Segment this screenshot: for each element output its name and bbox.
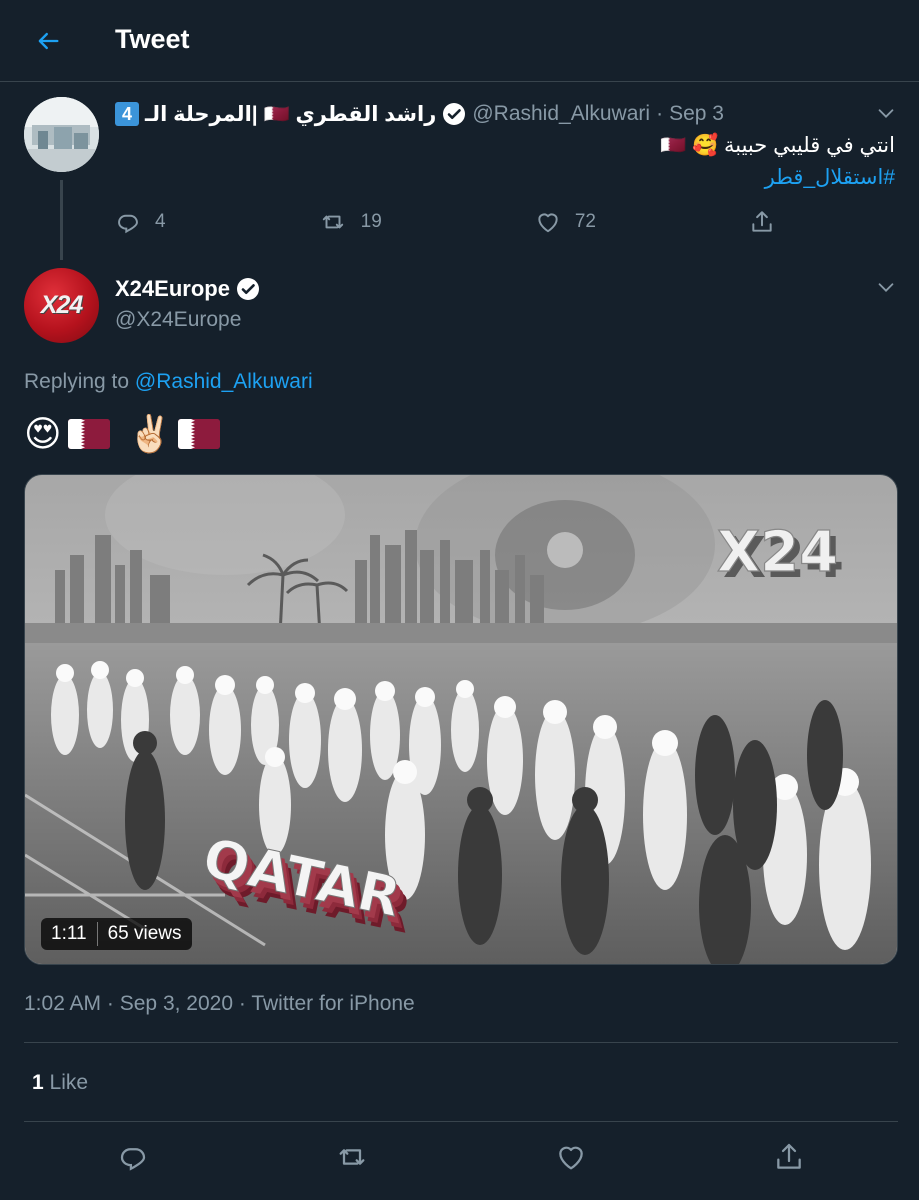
tweet-date[interactable]: Sep 3, 2020 [120,992,233,1015]
likes-label: Like [49,1071,89,1094]
main-author: X24Europe [115,276,260,302]
top-bar: Tweet [0,0,919,82]
video-logo-text: X24 [717,520,838,585]
victory-hand-emoji: ✌🏻 [127,413,173,454]
main-action-bar [24,1141,898,1173]
tweet-source[interactable]: Twitter for iPhone [251,992,414,1015]
dot-separator: · [656,102,664,125]
reply-button[interactable] [117,1141,149,1173]
share-icon [777,1143,801,1169]
parent-handle[interactable]: @Rashid_Alkuwari [472,102,650,126]
retweet-icon [339,1149,365,1165]
back-arrow-icon [38,32,59,50]
dot-separator: · [238,992,246,1015]
back-button[interactable] [24,18,72,64]
reply-icon [118,214,138,234]
parent-action-bar: 4 19 72 [115,209,775,235]
parent-tweet-header: 4 راشد القطري 🇶🇦 |المرحلة الـ @Rashid_Al… [115,98,724,130]
parent-tweet-body: انتي في قليبي حبيبة 🥰 🇶🇦 #استقلال_قطر [135,130,895,194]
tweet-meta: 1:02 AM · Sep 3, 2020 · Twitter for iPho… [24,992,415,1016]
avatar-logo-text: X24 [40,291,83,319]
thread-connector [60,180,63,260]
retweet-count: 19 [360,211,382,232]
video-views: 65 views [107,923,182,944]
hashtag-link[interactable]: #استقلال_قطر [135,162,895,194]
avatar-image [24,97,99,172]
parent-avatar[interactable] [24,97,99,172]
dot-separator: · [106,992,114,1015]
reply-count: 4 [155,211,166,232]
qatar-flag-icon [178,419,221,449]
heart-icon [538,213,558,233]
reply-icon [120,1148,146,1171]
video-info-pill: 1:11 65 views [41,918,192,950]
main-display-name[interactable]: X24Europe [115,276,230,302]
chevron-down-icon[interactable] [875,102,897,124]
number-badge: 4 [115,102,139,126]
video-thumbnail: QATAR QATAR QATAR QATAR X24 X24 [25,475,897,964]
likes-count: 1 [32,1071,44,1094]
like-button[interactable]: 72 [535,209,596,235]
tweet-time[interactable]: 1:02 AM [24,992,101,1015]
verified-badge-icon [442,102,466,126]
replying-prefix: Replying to [24,370,130,393]
heart-icon [559,1146,583,1170]
share-button[interactable] [749,209,775,235]
divider [24,1042,898,1043]
chevron-down-icon[interactable] [875,276,897,298]
video-player[interactable]: QATAR QATAR QATAR QATAR X24 X24 1:11 65 … [24,474,898,965]
parent-date[interactable]: Sep 3 [669,102,724,126]
share-button[interactable] [773,1141,805,1173]
likes-summary[interactable]: 1 Like [32,1071,88,1095]
like-button[interactable] [555,1141,587,1173]
video-duration: 1:11 [51,923,87,944]
qatar-flag-icon [67,419,110,449]
like-count: 72 [574,211,596,232]
heart-eyes-emoji: 😍 [24,413,62,454]
share-icon [752,211,772,232]
reply-button[interactable]: 4 [115,209,166,235]
verified-badge-icon [236,277,260,301]
page-title: Tweet [115,24,190,54]
main-handle[interactable]: @X24Europe [115,308,241,332]
parent-display-name[interactable]: راشد القطري 🇶🇦 |المرحلة الـ [145,102,436,127]
main-avatar[interactable]: X24 [24,268,99,343]
retweet-button[interactable]: 19 [319,209,382,235]
replying-to: Replying to @Rashid_Alkuwari [24,370,313,394]
divider [24,1121,898,1122]
parent-tweet-text: انتي في قليبي حبيبة 🥰 🇶🇦 [660,134,895,157]
retweet-button[interactable] [335,1141,369,1173]
tweet-emoji-text: 😍 ✌🏻 [24,413,221,455]
retweet-icon [322,215,343,229]
replying-to-link[interactable]: @Rashid_Alkuwari [135,370,313,393]
